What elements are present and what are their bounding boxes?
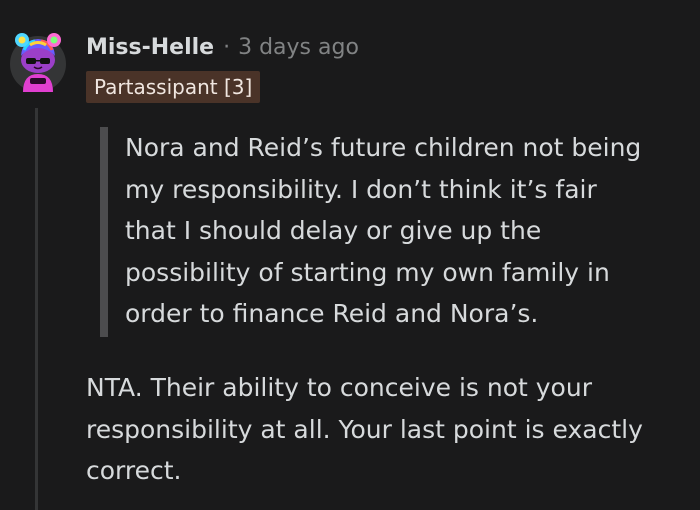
quote-bar	[100, 127, 108, 337]
quote-text: Nora and Reid’s future children not bein…	[125, 127, 685, 335]
body-line: responsibility at all. Your last point i…	[86, 414, 643, 444]
quote-line: Nora and Reid’s future children not bein…	[125, 133, 642, 162]
thread-collapse-line[interactable]	[35, 108, 38, 510]
user-flair: Partassipant [3]	[86, 71, 261, 103]
timestamp-link[interactable]: 3 days ago	[238, 35, 359, 60]
comment-body: NTA. Their ability to conceive is not yo…	[86, 367, 686, 492]
username-link[interactable]: Miss-Helle	[86, 35, 214, 60]
body-line: NTA. Their ability to conceive is not yo…	[86, 373, 592, 402]
quote-line: possibility of starting my own family in	[125, 257, 610, 287]
snoo-avatar-icon[interactable]	[8, 22, 68, 94]
body-line: correct.	[86, 456, 182, 485]
quote-line: that I should delay or give up the	[125, 216, 542, 245]
separator-dot: ·	[223, 34, 231, 60]
quote-line: my responsibility. I don’t think it’s fa…	[125, 174, 597, 204]
quote-line: order to finance Reid and Nora’s.	[125, 299, 539, 328]
comment-header: Miss-Helle · 3 days ago	[86, 30, 359, 64]
